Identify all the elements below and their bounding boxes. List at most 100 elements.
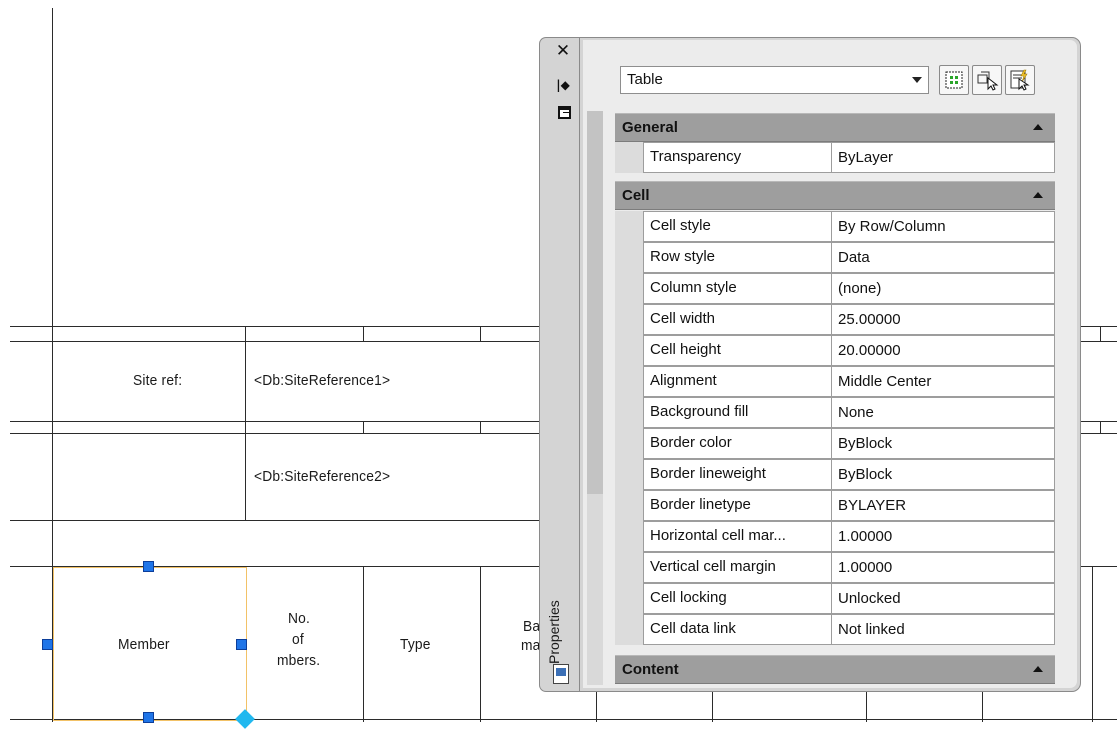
property-value[interactable]: Data	[831, 242, 1055, 273]
palette-scrollbar-thumb[interactable]	[587, 111, 603, 494]
table-line	[1100, 326, 1101, 341]
property-row-vertical-cell-margin[interactable]: Vertical cell margin 1.00000	[615, 552, 1055, 583]
object-type-dropdown[interactable]: Table	[620, 66, 929, 94]
section-cell-header[interactable]: Cell	[615, 181, 1055, 210]
table-line	[982, 692, 983, 722]
property-row-cell-locking[interactable]: Cell locking Unlocked	[615, 583, 1055, 614]
property-row-cell-width[interactable]: Cell width 25.00000	[615, 304, 1055, 335]
table-line	[10, 341, 550, 342]
row-gutter	[615, 428, 643, 459]
palette-title: Properties	[546, 600, 562, 664]
section-content-header[interactable]: Content	[615, 655, 1055, 684]
property-name: Horizontal cell mar...	[643, 521, 831, 552]
property-value[interactable]: Middle Center	[831, 366, 1055, 397]
property-value[interactable]: Unlocked	[831, 583, 1055, 614]
chevron-down-icon	[912, 77, 922, 83]
property-row-border-lineweight[interactable]: Border lineweight ByBlock	[615, 459, 1055, 490]
grip-bottom[interactable]	[143, 712, 154, 723]
row-gutter	[615, 397, 643, 428]
property-name: Background fill	[643, 397, 831, 428]
section-cell-title: Cell	[622, 187, 650, 204]
property-row-horizontal-cell-margin[interactable]: Horizontal cell mar... 1.00000	[615, 521, 1055, 552]
property-value[interactable]: ByBlock	[831, 459, 1055, 490]
site-reference-1: <Db:SiteReference1>	[254, 372, 391, 389]
grip-left[interactable]	[42, 639, 53, 650]
property-row-border-linetype[interactable]: Border linetype BYLAYER	[615, 490, 1055, 521]
property-name: Border linetype	[643, 490, 831, 521]
property-name: Cell data link	[643, 614, 831, 645]
property-name: Border lineweight	[643, 459, 831, 490]
row-gutter	[615, 335, 643, 366]
table-line	[363, 566, 364, 722]
header-partial-line1: Ba	[523, 618, 541, 635]
table-line	[712, 692, 713, 722]
collapse-icon	[1033, 666, 1043, 672]
table-line	[1081, 326, 1117, 327]
grip-top[interactable]	[143, 561, 154, 572]
property-name: Cell style	[643, 211, 831, 242]
property-name: Vertical cell margin	[643, 552, 831, 583]
table-line	[480, 566, 481, 722]
property-row-cell-style[interactable]: Cell style By Row/Column	[615, 211, 1055, 242]
palette-menu-icon[interactable]	[558, 106, 571, 119]
row-gutter	[615, 273, 643, 304]
property-value[interactable]: Not linked	[831, 614, 1055, 645]
selected-table-cell[interactable]	[53, 567, 247, 721]
site-ref-label: Site ref:	[133, 372, 183, 389]
property-value[interactable]: (none)	[831, 273, 1055, 304]
property-row-transparency[interactable]: Transparency ByLayer	[615, 142, 1055, 173]
section-content-title: Content	[622, 661, 679, 678]
table-line	[245, 326, 246, 520]
property-value[interactable]: By Row/Column	[831, 211, 1055, 242]
table-line	[480, 326, 481, 341]
table-line	[1081, 341, 1117, 342]
property-name: Cell height	[643, 335, 831, 366]
property-row-background-fill[interactable]: Background fill None	[615, 397, 1055, 428]
table-line	[10, 520, 550, 521]
toggle-pickadd-button[interactable]	[939, 65, 969, 95]
palette-properties-icon[interactable]	[553, 664, 569, 684]
quick-select-button[interactable]	[1005, 65, 1035, 95]
property-value[interactable]: BYLAYER	[831, 490, 1055, 521]
table-line	[866, 692, 867, 722]
select-objects-button[interactable]	[972, 65, 1002, 95]
table-line	[10, 433, 550, 434]
auto-hide-icon[interactable]: |◆	[555, 77, 571, 93]
grip-right[interactable]	[236, 639, 247, 650]
row-gutter	[615, 211, 643, 242]
property-row-cell-height[interactable]: Cell height 20.00000	[615, 335, 1055, 366]
table-line	[1081, 566, 1117, 567]
object-type-value: Table	[627, 71, 663, 88]
row-gutter	[615, 459, 643, 490]
property-name: Cell width	[643, 304, 831, 335]
property-value[interactable]: 1.00000	[831, 521, 1055, 552]
property-row-cell-data-link[interactable]: Cell data link Not linked	[615, 614, 1055, 645]
property-value[interactable]: 25.00000	[831, 304, 1055, 335]
property-name: Transparency	[643, 142, 831, 173]
section-general-title: General	[622, 119, 678, 136]
property-value[interactable]: ByLayer	[831, 142, 1055, 173]
table-line	[10, 326, 550, 327]
palette-title-strip[interactable]	[539, 37, 579, 692]
section-general-header[interactable]: General	[615, 113, 1055, 142]
property-value[interactable]: 20.00000	[831, 335, 1055, 366]
table-line	[1081, 421, 1117, 422]
quick-select-icon	[1010, 69, 1030, 91]
property-row-row-style[interactable]: Row style Data	[615, 242, 1055, 273]
toggle-pickadd-icon	[945, 71, 963, 89]
row-gutter	[615, 521, 643, 552]
property-name: Border color	[643, 428, 831, 459]
property-row-alignment[interactable]: Alignment Middle Center	[615, 366, 1055, 397]
table-line	[1100, 421, 1101, 433]
row-gutter	[615, 552, 643, 583]
property-name: Alignment	[643, 366, 831, 397]
property-row-border-color[interactable]: Border color ByBlock	[615, 428, 1055, 459]
close-icon[interactable]: ✕	[555, 43, 571, 60]
property-value[interactable]: None	[831, 397, 1055, 428]
table-line	[10, 421, 550, 422]
property-value[interactable]: 1.00000	[831, 552, 1055, 583]
property-value[interactable]: ByBlock	[831, 428, 1055, 459]
header-no-line2: of	[292, 631, 304, 648]
property-name: Cell locking	[643, 583, 831, 614]
property-row-column-style[interactable]: Column style (none)	[615, 273, 1055, 304]
